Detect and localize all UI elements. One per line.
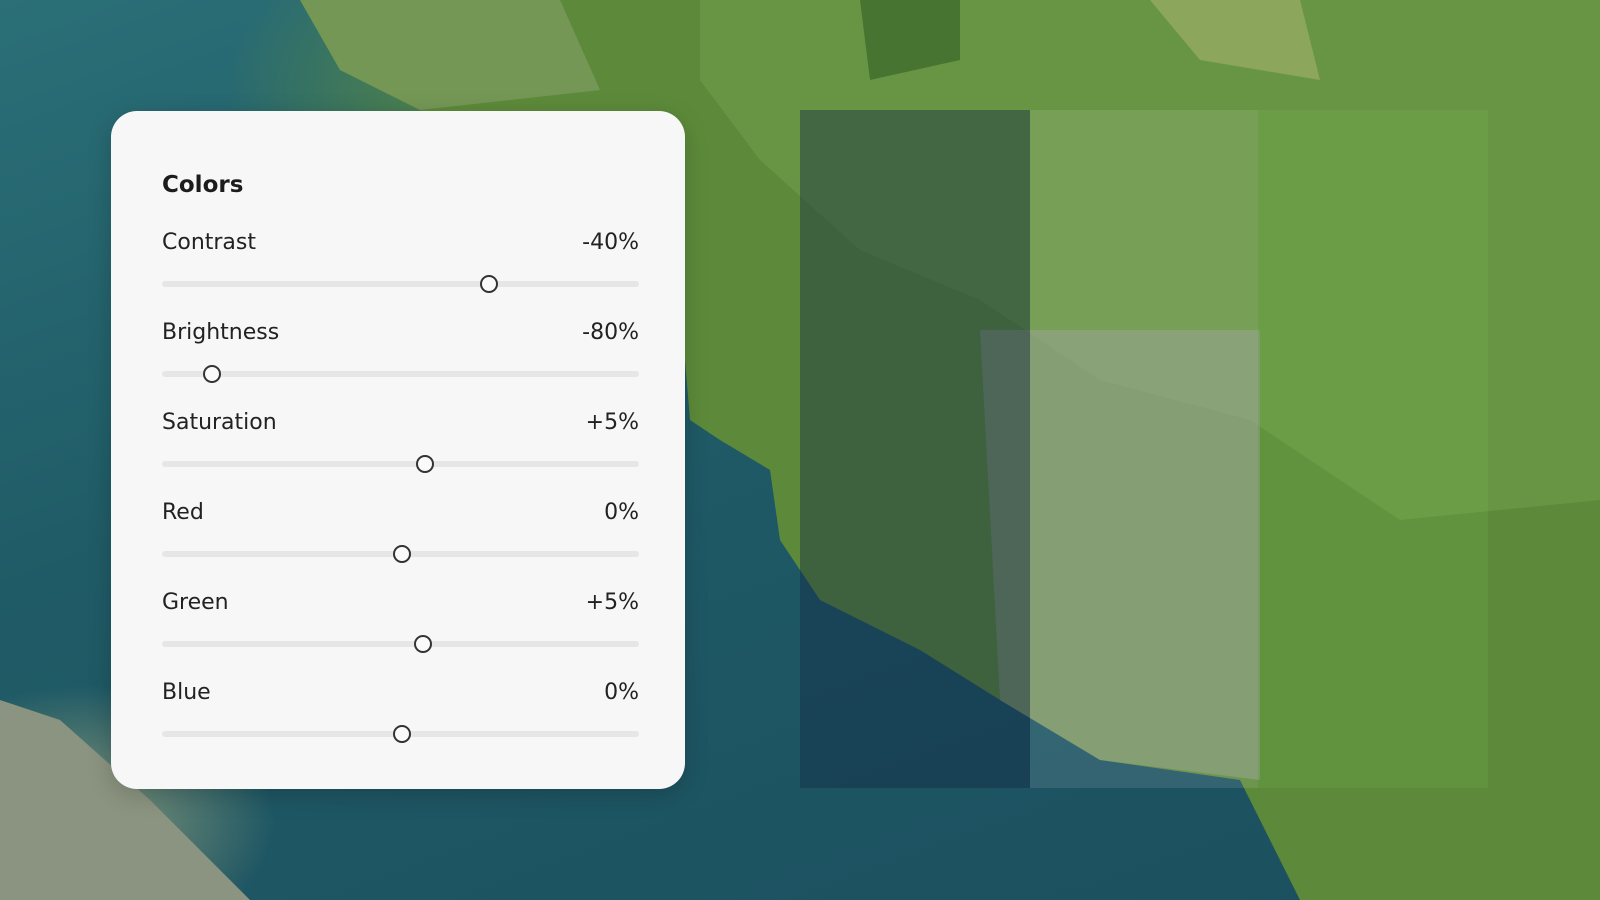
panel-title: Colors [162, 172, 244, 198]
saturation-slider[interactable] [162, 455, 639, 473]
preview-strip-adjusted [800, 110, 1030, 788]
red-control: Red 0% [162, 499, 639, 589]
contrast-slider[interactable] [162, 275, 639, 293]
red-slider-thumb[interactable] [392, 545, 411, 563]
green-value: +5% [585, 590, 639, 615]
blue-control: Blue 0% [162, 679, 639, 769]
red-slider[interactable] [162, 545, 639, 563]
brightness-slider[interactable] [162, 365, 639, 383]
saturation-control: Saturation +5% [162, 409, 639, 499]
green-slider-thumb[interactable] [414, 635, 433, 653]
saturation-slider-thumb[interactable] [416, 455, 435, 473]
brightness-control: Brightness -80% [162, 319, 639, 409]
blue-slider[interactable] [162, 725, 639, 743]
blue-value: 0% [604, 680, 639, 705]
green-slider[interactable] [162, 635, 639, 653]
blue-slider-thumb[interactable] [392, 725, 411, 743]
contrast-control: Contrast -40% [162, 229, 639, 319]
preview-strip-saturated [1258, 110, 1488, 788]
blue-label: Blue [162, 680, 211, 705]
saturation-label: Saturation [162, 410, 277, 435]
green-control: Green +5% [162, 589, 639, 679]
brightness-slider-thumb[interactable] [203, 365, 222, 383]
brightness-label: Brightness [162, 320, 280, 345]
green-label: Green [162, 590, 229, 615]
saturation-value: +5% [585, 410, 639, 435]
contrast-label: Contrast [162, 230, 257, 255]
preview-strip-original [1030, 110, 1258, 788]
colors-panel: Colors Contrast -40% Brightness -80% Sat… [111, 111, 685, 789]
contrast-slider-thumb[interactable] [479, 275, 498, 293]
red-label: Red [162, 500, 204, 525]
brightness-value: -80% [582, 320, 639, 345]
red-value: 0% [604, 500, 639, 525]
contrast-value: -40% [582, 230, 639, 255]
map-view[interactable]: Colors Contrast -40% Brightness -80% Sat… [0, 0, 1600, 900]
